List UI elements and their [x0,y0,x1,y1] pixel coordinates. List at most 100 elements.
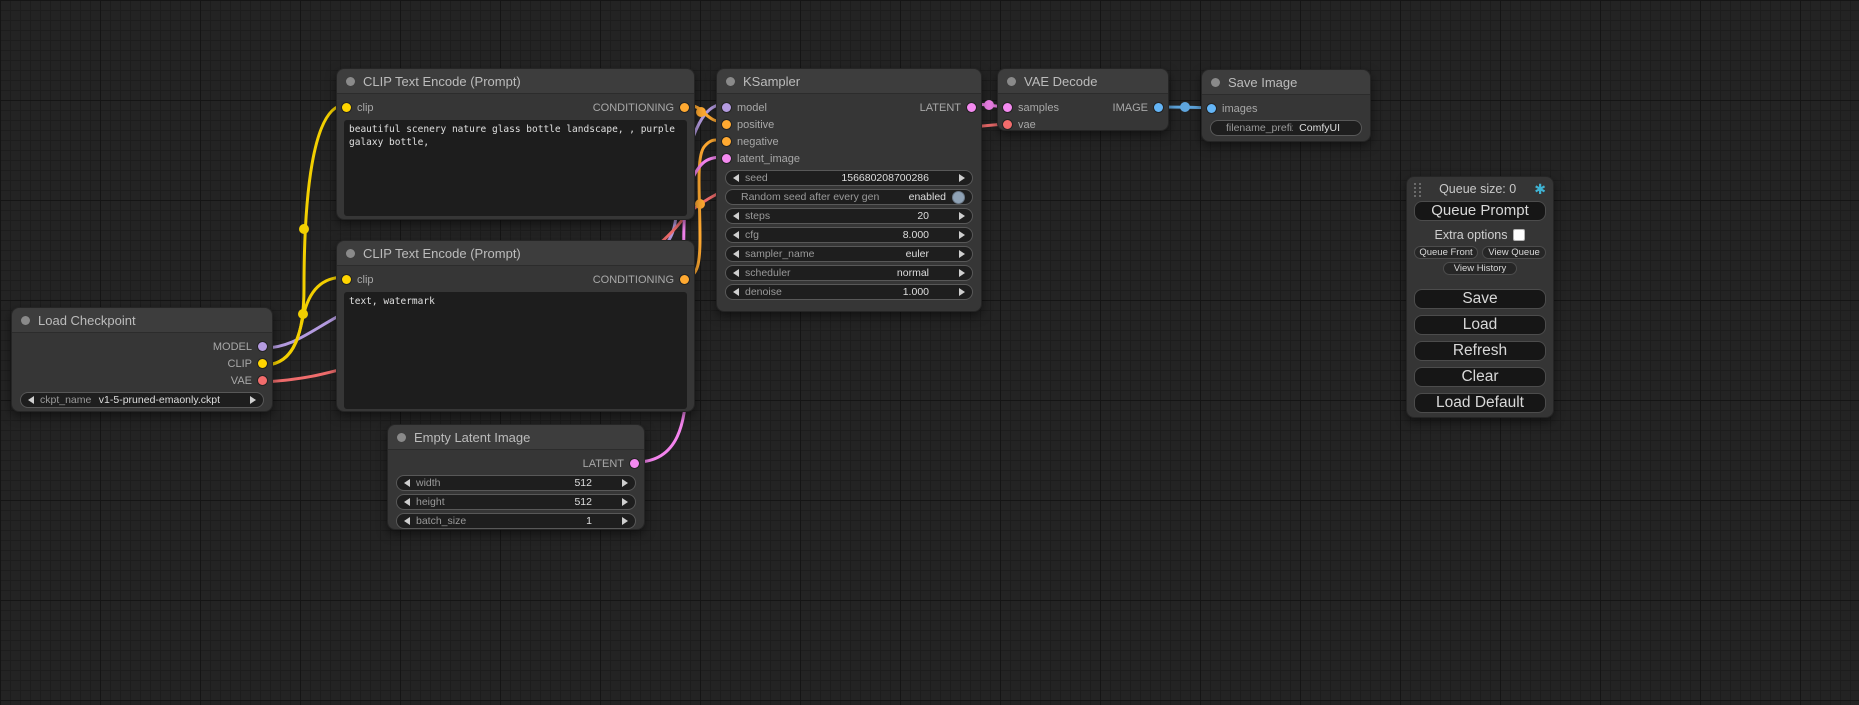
load-button[interactable]: Load [1414,315,1546,335]
save-button[interactable]: Save [1414,289,1546,309]
node-header[interactable]: VAE Decode [998,69,1168,94]
widget-ckpt-name[interactable]: ckpt_name v1-5-pruned-emaonly.ckpt [20,392,264,408]
node-save-image[interactable]: Save Image images filename_prefix ComfyU… [1201,69,1371,142]
decrement-arrow-icon[interactable] [733,288,739,296]
collapse-dot-icon[interactable] [397,433,406,442]
node-title: CLIP Text Encode (Prompt) [363,74,521,89]
clip-input-port[interactable] [342,103,351,112]
toggle-icon[interactable] [952,191,965,204]
prompt-textarea[interactable]: text, watermark [344,292,687,409]
vae-output-port[interactable] [258,376,267,385]
increment-arrow-icon[interactable] [959,231,965,239]
conditioning-output-port[interactable] [680,275,689,284]
decrement-arrow-icon[interactable] [28,396,34,404]
increment-arrow-icon[interactable] [959,212,965,220]
increment-arrow-icon[interactable] [959,288,965,296]
collapse-dot-icon[interactable] [346,77,355,86]
decrement-arrow-icon[interactable] [404,479,410,487]
collapse-dot-icon[interactable] [346,249,355,258]
input-label: latent_image [737,153,800,165]
clear-button[interactable]: Clear [1414,367,1546,387]
negative-input-port[interactable] [722,137,731,146]
node-header[interactable]: Load Checkpoint [12,308,272,333]
output-label: CONDITIONING [593,274,674,286]
widget-width[interactable]: width 512 [396,475,636,491]
refresh-button[interactable]: Refresh [1414,341,1546,361]
output-label: VAE [231,375,252,387]
widget-height[interactable]: height 512 [396,494,636,510]
widget-scheduler[interactable]: scheduler normal [725,265,973,281]
drag-handle-icon[interactable] [1414,183,1421,196]
input-label: clip [357,102,374,114]
widget-cfg[interactable]: cfg 8.000 [725,227,973,243]
model-output-port[interactable] [258,342,267,351]
node-vae-decode[interactable]: VAE Decode samples IMAGE vae [997,68,1169,131]
increment-arrow-icon[interactable] [622,517,628,525]
node-clip-text-encode-negative[interactable]: CLIP Text Encode (Prompt) clip CONDITION… [336,240,695,412]
positive-input-port[interactable] [722,120,731,129]
widget-denoise[interactable]: denoise 1.000 [725,284,973,300]
increment-arrow-icon[interactable] [622,479,628,487]
widget-seed[interactable]: seed 156680208700286 [725,170,973,186]
queue-front-button[interactable]: Queue Front [1414,246,1478,259]
node-title: KSampler [743,74,800,89]
widget-filename-prefix[interactable]: filename_prefix ComfyUI [1210,120,1362,136]
clip-input-port[interactable] [342,275,351,284]
image-output-port[interactable] [1154,103,1163,112]
node-header[interactable]: CLIP Text Encode (Prompt) [337,69,694,94]
widget-sampler-name[interactable]: sampler_name euler [725,246,973,262]
node-title: Save Image [1228,75,1297,90]
extra-options-checkbox[interactable] [1513,229,1525,241]
model-input-port[interactable] [722,103,731,112]
input-label: model [737,102,767,114]
widget-batch-size[interactable]: batch_size 1 [396,513,636,529]
latent-output-port[interactable] [630,459,639,468]
collapse-dot-icon[interactable] [1007,77,1016,86]
output-label: LATENT [583,458,624,470]
node-header[interactable]: Save Image [1202,70,1370,95]
collapse-dot-icon[interactable] [1211,78,1220,87]
node-header[interactable]: KSampler [717,69,981,94]
decrement-arrow-icon[interactable] [404,517,410,525]
queue-panel[interactable]: Queue size: 0 ✱ Queue Prompt Extra optio… [1406,176,1554,418]
latent-image-input-port[interactable] [722,154,731,163]
vae-input-port[interactable] [1003,120,1012,129]
input-label: negative [737,136,779,148]
increment-arrow-icon[interactable] [250,396,256,404]
widget-steps[interactable]: steps 20 [725,208,973,224]
increment-arrow-icon[interactable] [622,498,628,506]
settings-gear-icon[interactable]: ✱ [1534,182,1546,196]
decrement-arrow-icon[interactable] [733,231,739,239]
node-clip-text-encode-positive[interactable]: CLIP Text Encode (Prompt) clip CONDITION… [336,68,695,220]
load-default-button[interactable]: Load Default [1414,393,1546,413]
prompt-textarea[interactable]: beautiful scenery nature glass bottle la… [344,120,687,216]
widget-random-seed[interactable]: Random seed after every gen enabled [725,189,973,205]
samples-input-port[interactable] [1003,103,1012,112]
collapse-dot-icon[interactable] [21,316,30,325]
node-load-checkpoint[interactable]: Load Checkpoint MODEL CLIP VAE ckpt_name… [11,307,273,412]
decrement-arrow-icon[interactable] [733,269,739,277]
decrement-arrow-icon[interactable] [733,212,739,220]
extra-options-label: Extra options [1435,228,1508,242]
increment-arrow-icon[interactable] [959,250,965,258]
conditioning-output-port[interactable] [680,103,689,112]
node-empty-latent-image[interactable]: Empty Latent Image LATENT width 512 heig… [387,424,645,530]
output-label: CLIP [228,358,252,370]
node-header[interactable]: CLIP Text Encode (Prompt) [337,241,694,266]
view-history-button[interactable]: View History [1443,262,1517,275]
node-header[interactable]: Empty Latent Image [388,425,644,450]
view-queue-button[interactable]: View Queue [1482,246,1546,259]
decrement-arrow-icon[interactable] [404,498,410,506]
comfyui-canvas[interactable]: { "canvas": {"background": "#232323", "g… [0,0,1859,705]
collapse-dot-icon[interactable] [726,77,735,86]
decrement-arrow-icon[interactable] [733,250,739,258]
decrement-arrow-icon[interactable] [733,174,739,182]
latent-output-port[interactable] [967,103,976,112]
node-ksampler[interactable]: KSampler model LATENT positive negative … [716,68,982,312]
increment-arrow-icon[interactable] [959,269,965,277]
images-input-port[interactable] [1207,104,1216,113]
increment-arrow-icon[interactable] [959,174,965,182]
clip-output-port[interactable] [258,359,267,368]
input-label: vae [1018,119,1036,131]
queue-prompt-button[interactable]: Queue Prompt [1414,201,1546,221]
